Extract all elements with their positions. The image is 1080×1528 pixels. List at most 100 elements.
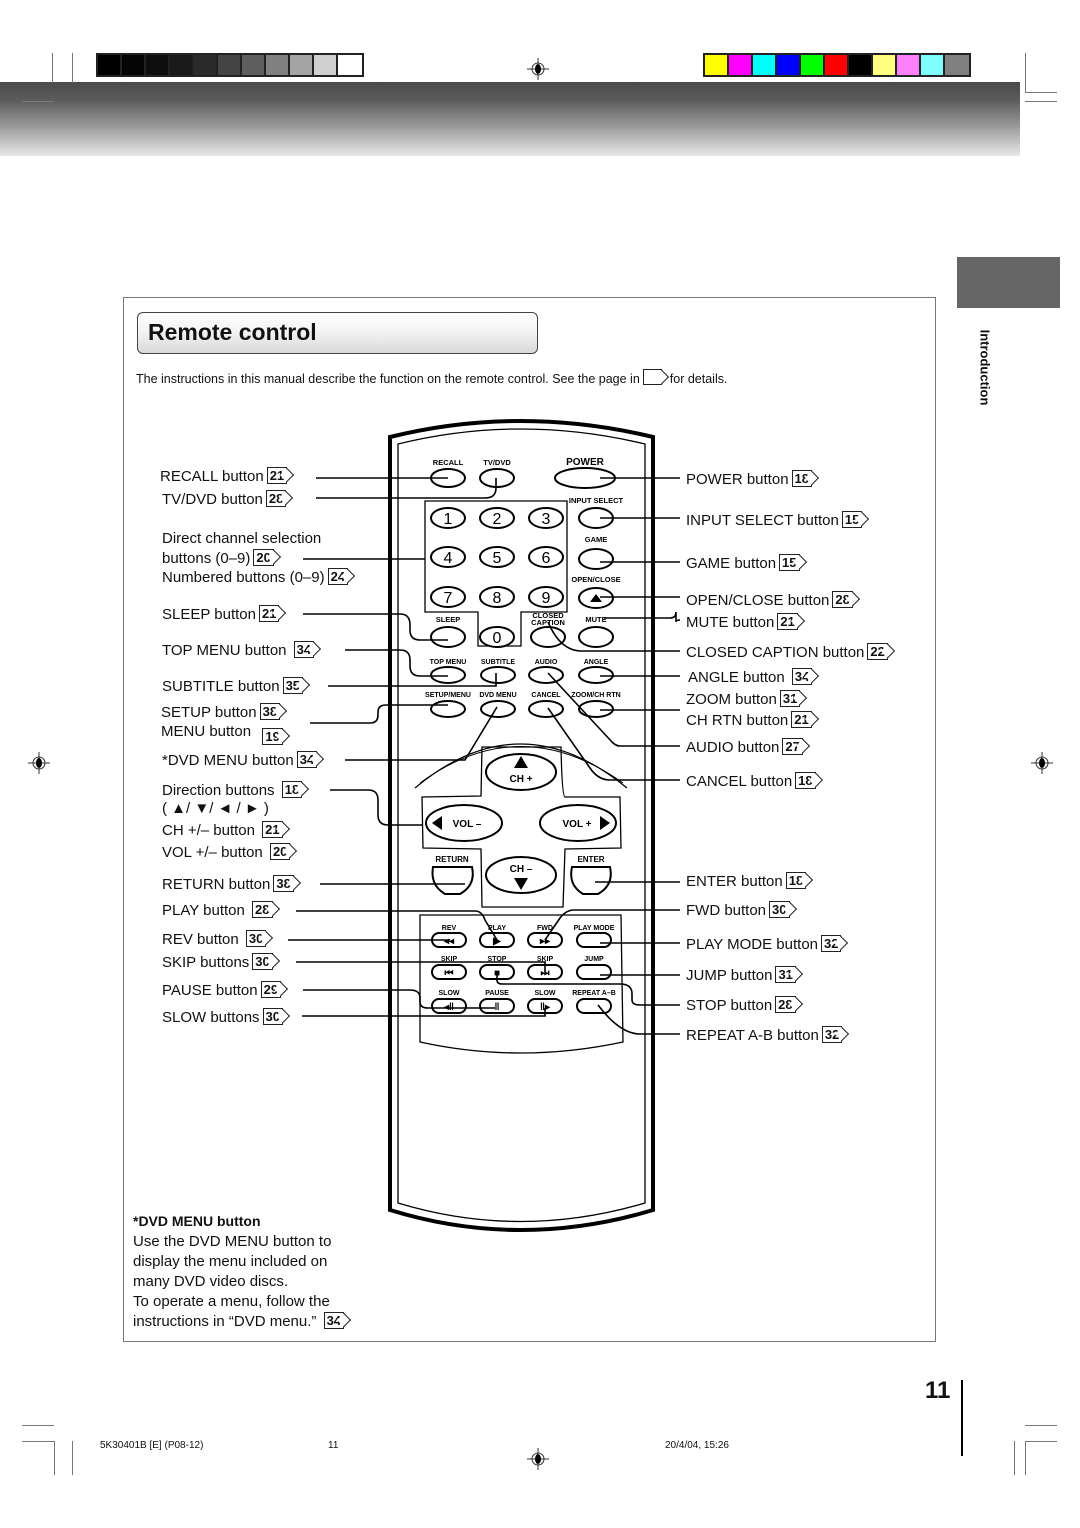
dvd-menu-key[interactable]: [480, 700, 516, 718]
digit-label: 1: [444, 511, 453, 528]
zoom-ch-rtn-key[interactable]: [578, 700, 614, 718]
repeat-ab-key[interactable]: [576, 998, 612, 1014]
callout-repeat-ab: REPEAT A-B button 32: [686, 1026, 843, 1045]
recall-label: RECALL: [433, 458, 464, 467]
callout-rev: REV button 30: [162, 930, 267, 949]
closed-caption-key[interactable]: [530, 626, 566, 648]
callout-audio: AUDIO button 27: [686, 738, 803, 757]
page-ref: 30: [245, 930, 267, 947]
digit-label: 9: [542, 590, 551, 607]
mute-key[interactable]: [578, 626, 614, 648]
callout-angle: ANGLE button 34: [688, 668, 813, 687]
page-ref: 27: [782, 738, 803, 755]
callout-input-select: INPUT SELECT button 15: [686, 511, 863, 530]
note-line: display the menu included on: [133, 1253, 328, 1270]
input-select-label: INPUT SELECT: [569, 496, 624, 505]
callout-zoom: ZOOM button 31: [686, 690, 801, 709]
page-ref: 34: [293, 641, 315, 658]
callout-cancel: CANCEL button 18: [686, 772, 816, 791]
page-ref: 31: [775, 966, 796, 983]
page-ref: 34: [296, 751, 318, 768]
digit-label: 6: [542, 550, 551, 567]
game-label: GAME: [585, 535, 608, 544]
subtitle-key[interactable]: [480, 666, 516, 684]
footer-page: 11: [328, 1440, 339, 1451]
play-mode-label: PLAY MODE: [574, 925, 615, 932]
callout-game: GAME button 15: [686, 554, 800, 573]
enter-key[interactable]: [570, 866, 612, 895]
crop-mark: [1025, 1425, 1057, 1426]
note-line: To operate a menu, follow the: [133, 1293, 330, 1310]
zoom-ch-rtn-label: ZOOM/CH RTN: [571, 692, 620, 699]
page-ref: 30: [252, 953, 273, 970]
tvdvd-label: TV/DVD: [483, 458, 511, 467]
note-heading: *DVD MENU button: [133, 1213, 261, 1229]
callout-stop: STOP button 28: [686, 996, 796, 1015]
callout-vol: VOL +/– button 20: [162, 843, 291, 862]
tvdvd-key[interactable]: [479, 468, 515, 488]
rev-label: REV: [442, 925, 457, 932]
page-ref: 24: [327, 568, 349, 585]
crop-mark: [54, 1441, 55, 1475]
page-ref: 21: [262, 821, 283, 838]
callout-open-close: OPEN/CLOSE button 28: [686, 591, 853, 610]
page-ref: 32: [821, 1026, 843, 1043]
callout-ch: CH +/– button 21: [162, 821, 283, 840]
skip-back-icon: ⏮: [445, 968, 454, 979]
play-mode-key[interactable]: [576, 932, 612, 948]
page-ref: 15: [779, 554, 800, 571]
game-key[interactable]: [578, 548, 614, 570]
callout-top-menu: TOP MENU button 34: [162, 641, 315, 660]
setup-menu-key[interactable]: [430, 700, 466, 718]
sleep-label: SLEEP: [436, 615, 461, 624]
callout-pause: PAUSE button 29: [162, 981, 282, 1000]
callout-menu: MENU button 19: [161, 723, 283, 745]
callout-direct-channel-buttons: buttons (0–9) 20: [162, 549, 274, 568]
crop-mark: [72, 1441, 73, 1475]
top-menu-key[interactable]: [430, 666, 466, 684]
page-ref: 32: [821, 935, 842, 952]
callout-play-mode: PLAY MODE button 32: [686, 935, 842, 954]
page-ref: 28: [775, 996, 796, 1013]
page-ref: 21: [777, 613, 798, 630]
enter-label: ENTER: [577, 855, 604, 864]
repeat-ab-label: REPEAT A–B: [572, 990, 616, 997]
callout-subtitle: SUBTITLE button 35: [162, 677, 304, 696]
jump-key[interactable]: [576, 964, 612, 980]
digit-label: 3: [542, 511, 551, 528]
footer-timestamp: 20/4/04, 15:26: [665, 1440, 729, 1451]
callout-direction-arrows: ( ▲/ ▼/ ◄ / ► ): [162, 800, 269, 817]
sleep-key[interactable]: [430, 626, 466, 648]
page-ref: 21: [258, 605, 280, 622]
slow-fwd-label: SLOW: [535, 990, 556, 997]
jump-label: JUMP: [584, 956, 604, 963]
return-label: RETURN: [435, 855, 469, 864]
vol-plus-label: VOL +: [563, 819, 592, 830]
return-key[interactable]: [431, 866, 474, 895]
note-line: instructions in “DVD menu.”: [133, 1313, 317, 1330]
audio-key[interactable]: [528, 666, 564, 684]
page-ref: 29: [260, 981, 282, 998]
page-ref: 31: [779, 690, 801, 707]
digit-label: 4: [444, 550, 453, 567]
digit-label: 7: [444, 590, 453, 607]
vol-minus-label: VOL –: [453, 819, 482, 830]
page-ref: 19: [262, 728, 283, 745]
rev-icon: ◂◂: [443, 936, 455, 947]
page-ref: 18: [791, 470, 813, 487]
page-number-rule: [961, 1380, 963, 1456]
angle-key[interactable]: [578, 666, 614, 684]
fwd-icon: ▸▸: [539, 936, 551, 947]
page-ref: 21: [791, 711, 812, 728]
slow-back-label: SLOW: [439, 990, 460, 997]
page-ref: 30: [769, 901, 790, 918]
cancel-key[interactable]: [528, 700, 564, 718]
digit-label: 0: [493, 630, 502, 647]
page-ref: 28: [832, 591, 853, 608]
digit-label: 5: [493, 550, 502, 567]
page-ref: 21: [266, 467, 288, 484]
cancel-label: CANCEL: [531, 692, 561, 699]
page-ref: 15: [841, 511, 863, 528]
open-close-label: OPEN/CLOSE: [571, 575, 620, 584]
callout-fwd: FWD button 30: [686, 901, 790, 920]
